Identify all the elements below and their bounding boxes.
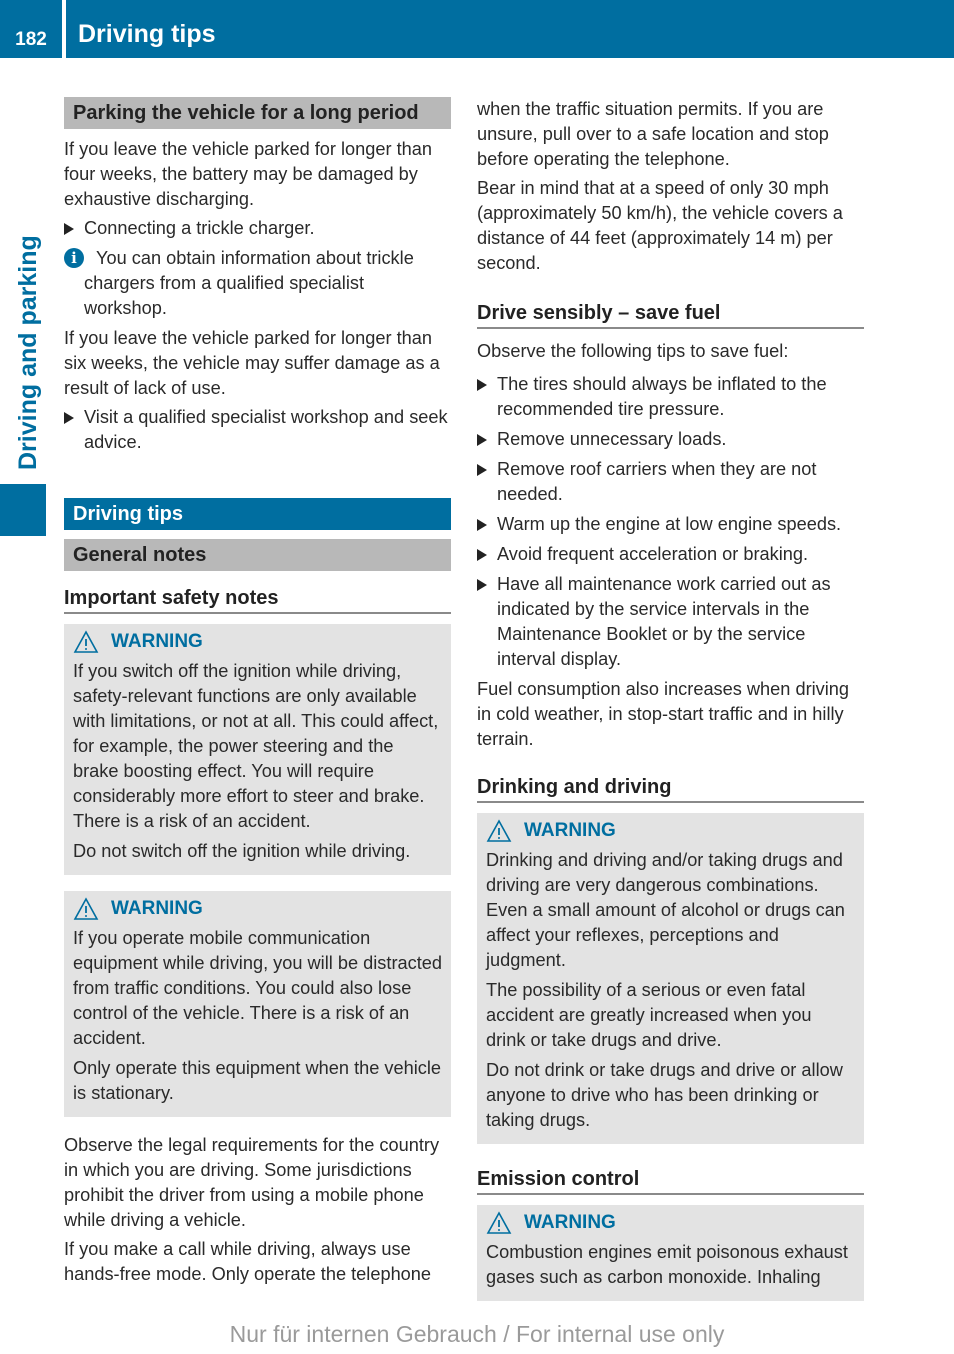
header-divider xyxy=(62,0,66,58)
warning-text: Do not switch off the ignition while dri… xyxy=(73,841,411,861)
warning-box: WARNING Combustion engines emit poisonou… xyxy=(477,1205,864,1301)
warning-label: WARNING xyxy=(111,631,203,652)
step-text: Connecting a trickle charger. xyxy=(84,218,315,238)
page-title: Driving tips xyxy=(78,20,216,48)
warning-box: WARNING If you operate mobile communicat… xyxy=(64,891,451,1117)
fuel-tip: Remove roof carriers when they are not n… xyxy=(477,457,864,507)
step-arrow-icon xyxy=(477,464,487,476)
left-column: Parking the vehicle for a long period If… xyxy=(64,97,451,1291)
fuel-tip: Avoid frequent acceleration or braking. xyxy=(477,542,864,567)
warning-triangle-icon xyxy=(486,819,512,842)
paragraph: Observe the legal requirements for the c… xyxy=(64,1135,440,1230)
step-arrow-icon xyxy=(477,379,487,391)
paragraph: when the traffic situation permits. If y… xyxy=(477,99,829,169)
tip-text: Avoid frequent acceleration or braking. xyxy=(497,544,809,564)
warning-box: WARNING Drinking and driving and/or taki… xyxy=(477,813,864,1144)
warning-text: Combustion engines emit poisonous exhaus… xyxy=(486,1242,848,1287)
warning-text: Do not drink or take drugs and drive or … xyxy=(486,1060,843,1130)
subheading-safety-notes: Important safety notes xyxy=(64,585,451,614)
side-tab-marker xyxy=(0,484,46,536)
paragraph: Fuel consumption also increases when dri… xyxy=(477,679,850,749)
fuel-tip: Have all maintenance work carried out as… xyxy=(477,572,864,672)
warning-text: Only operate this equipment when the veh… xyxy=(73,1058,442,1103)
step-arrow-icon xyxy=(477,519,487,531)
step-text: Visit a qualified specialist workshop an… xyxy=(84,407,448,452)
paragraph: Bear in mind that at a speed of only 30 … xyxy=(477,178,843,273)
section-heading-driving-tips: Driving tips xyxy=(64,498,451,530)
paragraph: If you leave the vehicle parked for long… xyxy=(64,139,433,209)
step-item: Connecting a trickle charger. xyxy=(64,216,451,241)
info-text: You can obtain information about trickle… xyxy=(84,248,414,318)
warning-triangle-icon xyxy=(486,1211,512,1234)
page-number: 182 xyxy=(15,29,47,50)
paragraph: If you leave the vehicle parked for long… xyxy=(64,328,440,398)
paragraph: Observe the following tips to save fuel: xyxy=(477,341,789,361)
tip-text: Remove unnecessary loads. xyxy=(497,429,727,449)
warning-label: WARNING xyxy=(111,898,203,919)
step-item: Visit a qualified specialist workshop an… xyxy=(64,405,451,455)
paragraph: If you make a call while driving, always… xyxy=(64,1239,432,1284)
warning-header: WARNING xyxy=(73,629,442,655)
subheading-drinking: Drinking and driving xyxy=(477,774,864,803)
warning-header: WARNING xyxy=(73,896,442,922)
warning-triangle-icon xyxy=(73,630,99,653)
warning-text: If you switch off the ignition while dri… xyxy=(73,661,439,831)
right-column: when the traffic situation permits. If y… xyxy=(477,97,864,1317)
fuel-tip: Warm up the engine at low engine speeds. xyxy=(477,512,864,537)
warning-header: WARNING xyxy=(486,818,855,844)
warning-label: WARNING xyxy=(524,1212,616,1233)
subheading-save-fuel: Drive sensibly – save fuel xyxy=(477,300,864,329)
tip-text: Remove roof carriers when they are not n… xyxy=(497,459,817,504)
tip-text: Warm up the engine at low engine speeds. xyxy=(497,514,842,534)
warning-label: WARNING xyxy=(524,820,616,841)
subheading-emission: Emission control xyxy=(477,1166,864,1195)
step-arrow-icon xyxy=(477,549,487,561)
warning-text: Drinking and driving and/or taking drugs… xyxy=(486,850,845,970)
fuel-tip: The tires should always be inflated to t… xyxy=(477,372,864,422)
step-arrow-icon xyxy=(64,412,74,424)
footer-watermark: Nur für internen Gebrauch / For internal… xyxy=(229,1321,725,1347)
warning-text: The possibility of a serious or even fat… xyxy=(486,980,812,1050)
info-note: i You can obtain information about trick… xyxy=(64,246,451,321)
step-arrow-icon xyxy=(477,434,487,446)
info-icon: i xyxy=(64,248,84,268)
warning-text: If you operate mobile communication equi… xyxy=(73,928,442,1048)
side-tab-label: Driving and parking xyxy=(14,235,42,470)
step-arrow-icon xyxy=(477,579,487,591)
warning-triangle-icon xyxy=(73,897,99,920)
section-heading-general-notes: General notes xyxy=(64,539,451,571)
tip-text: Have all maintenance work carried out as… xyxy=(497,574,831,669)
fuel-tip: Remove unnecessary loads. xyxy=(477,427,864,452)
section-heading-parking: Parking the vehicle for a long period xyxy=(64,97,451,129)
warning-header: WARNING xyxy=(486,1210,855,1236)
step-arrow-icon xyxy=(64,223,74,235)
tip-text: The tires should always be inflated to t… xyxy=(497,374,827,419)
warning-box: WARNING If you switch off the ignition w… xyxy=(64,624,451,875)
